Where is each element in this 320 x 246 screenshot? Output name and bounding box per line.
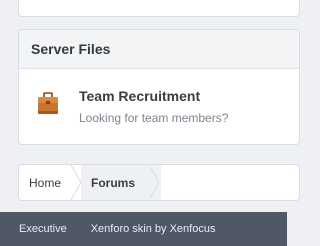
forum-node-team-recruitment[interactable]: Team Recruitment Looking for team member… [19,69,299,144]
section-title[interactable]: Server Files [19,30,299,69]
briefcase-icon [38,92,58,114]
skin-credit-link[interactable]: Xenforo skin by Xenfocus [91,223,216,235]
breadcrumb-separator [70,165,160,200]
breadcrumb: Forums Home [18,164,300,201]
forum-node-description: Looking for team members? [79,111,229,125]
forum-section-server-files: Server Files Team Recruitment Looking fo… [18,29,300,145]
forum-node-title[interactable]: Team Recruitment [79,88,200,104]
style-chooser-link[interactable]: Executive [19,223,67,235]
previous-section-card [18,0,300,17]
footer: Executive Xenforo skin by Xenfocus [0,212,287,246]
